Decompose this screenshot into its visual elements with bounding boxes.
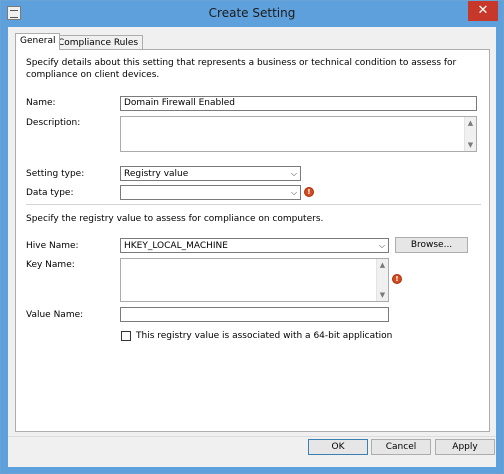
create-setting-dialog: Create Setting ✕ General Compliance Rule… [0, 0, 504, 474]
scroll-down-icon[interactable]: ▼ [465, 140, 476, 150]
browse-button[interactable]: Browse... [395, 237, 468, 253]
64bit-checkbox[interactable] [121, 331, 131, 341]
key-name-label: Key Name: [26, 260, 75, 270]
tab-general[interactable]: General [15, 33, 61, 50]
general-panel: Specify details about this setting that … [15, 49, 490, 432]
chevron-down-icon: ⌵ [378, 241, 386, 250]
key-name-field[interactable]: ▲ ▼ [120, 258, 389, 302]
cancel-button[interactable]: Cancel [371, 439, 431, 455]
data-type-select[interactable]: ⌵ [120, 185, 301, 200]
error-icon: ! [392, 274, 402, 284]
tab-compliance-rules[interactable]: Compliance Rules [53, 35, 144, 50]
setting-type-value: Registry value [124, 169, 189, 179]
setting-type-select[interactable]: Registry value ⌵ [120, 166, 301, 181]
error-icon: ! [304, 187, 314, 197]
hive-name-label: Hive Name: [26, 241, 79, 251]
close-button[interactable]: ✕ [468, 1, 498, 21]
chevron-down-icon: ⌵ [290, 169, 298, 178]
dialog-body: General Compliance Rules Specify details… [8, 27, 496, 467]
scroll-up-icon[interactable]: ▲ [465, 118, 476, 128]
title-bar[interactable]: Create Setting ✕ [1, 1, 503, 27]
data-type-label: Data type: [26, 188, 74, 198]
scroll-up-icon[interactable]: ▲ [377, 260, 388, 270]
name-label: Name: [26, 98, 56, 108]
setting-type-label: Setting type: [26, 169, 85, 179]
section-divider [26, 204, 481, 205]
intro-text: Specify details about this setting that … [26, 58, 457, 80]
ok-button[interactable]: OK [308, 439, 368, 455]
description-label: Description: [26, 118, 81, 128]
64bit-checkbox-label[interactable]: This registry value is associated with a… [136, 331, 392, 341]
name-field[interactable]: Domain Firewall Enabled [120, 96, 477, 111]
window-title: Create Setting [208, 6, 296, 20]
value-name-label: Value Name: [26, 310, 84, 320]
chevron-down-icon: ⌵ [290, 188, 298, 197]
hive-name-value: HKEY_LOCAL_MACHINE [124, 241, 228, 251]
registry-intro-text: Specify the registry value to assess for… [26, 214, 324, 224]
hive-name-select[interactable]: HKEY_LOCAL_MACHINE ⌵ [120, 238, 389, 253]
description-scrollbar[interactable]: ▲ ▼ [464, 117, 476, 151]
apply-button[interactable]: Apply [435, 439, 495, 455]
scroll-down-icon[interactable]: ▼ [377, 290, 388, 300]
description-field[interactable]: ▲ ▼ [120, 116, 477, 152]
key-name-scrollbar[interactable]: ▲ ▼ [376, 259, 388, 301]
value-name-field[interactable] [120, 307, 389, 322]
footer-divider [8, 436, 496, 437]
